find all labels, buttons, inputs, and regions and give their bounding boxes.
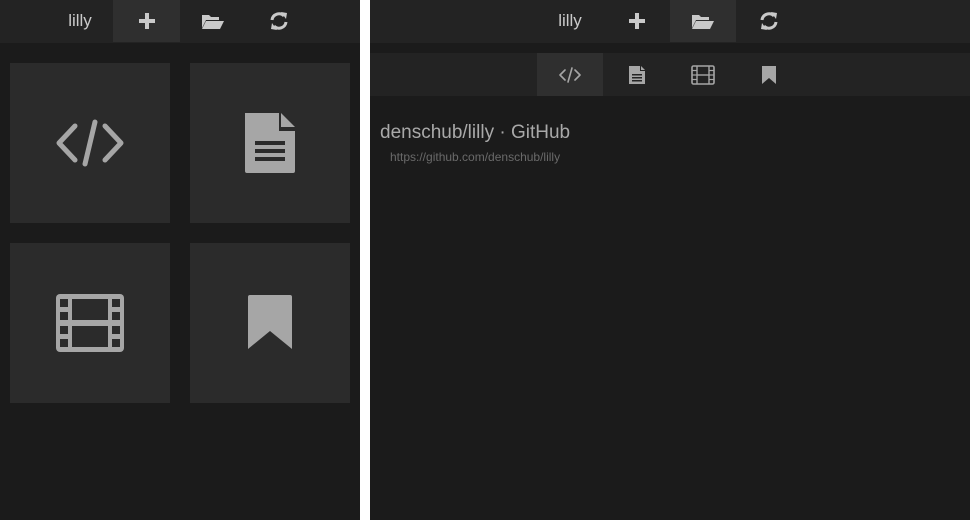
- result-title-link[interactable]: denschub/lilly · GitHub: [380, 122, 570, 144]
- top-toolbar: lilly: [370, 0, 970, 43]
- add-button[interactable]: [113, 0, 180, 42]
- filter-code[interactable]: [537, 53, 603, 96]
- filter-bookmark[interactable]: [736, 53, 802, 96]
- app-title: lilly: [558, 11, 582, 30]
- tile-code[interactable]: [10, 63, 170, 223]
- refresh-icon: [270, 12, 288, 30]
- launcher-panel: lilly: [0, 0, 360, 520]
- filter-bar: [370, 53, 970, 96]
- document-icon: [628, 65, 645, 84]
- document-icon: [245, 113, 295, 173]
- tile-document[interactable]: [190, 63, 350, 223]
- open-button[interactable]: [670, 0, 736, 42]
- app-title: lilly: [68, 11, 92, 30]
- results-panel: lilly denschub/lilly · GitHub https://gi…: [370, 0, 970, 520]
- plus-icon: [628, 13, 645, 29]
- film-icon: [691, 64, 715, 85]
- top-toolbar: lilly: [0, 0, 360, 43]
- tile-bookmark[interactable]: [190, 243, 350, 403]
- result-url: https://github.com/denschub/lilly: [390, 150, 561, 164]
- refresh-button[interactable]: [736, 0, 802, 42]
- add-button[interactable]: [603, 0, 670, 42]
- folder-open-icon: [692, 15, 714, 29]
- filter-document[interactable]: [603, 53, 670, 96]
- plus-icon: [138, 13, 155, 29]
- code-icon: [56, 119, 124, 167]
- bookmark-icon: [248, 295, 292, 349]
- open-button[interactable]: [180, 0, 246, 42]
- bookmark-icon: [762, 65, 776, 84]
- refresh-button[interactable]: [246, 0, 312, 42]
- tile-film[interactable]: [10, 243, 170, 403]
- refresh-icon: [760, 12, 778, 30]
- folder-open-icon: [202, 15, 224, 29]
- film-icon: [56, 294, 124, 352]
- code-icon: [559, 66, 581, 83]
- filter-film[interactable]: [670, 53, 736, 96]
